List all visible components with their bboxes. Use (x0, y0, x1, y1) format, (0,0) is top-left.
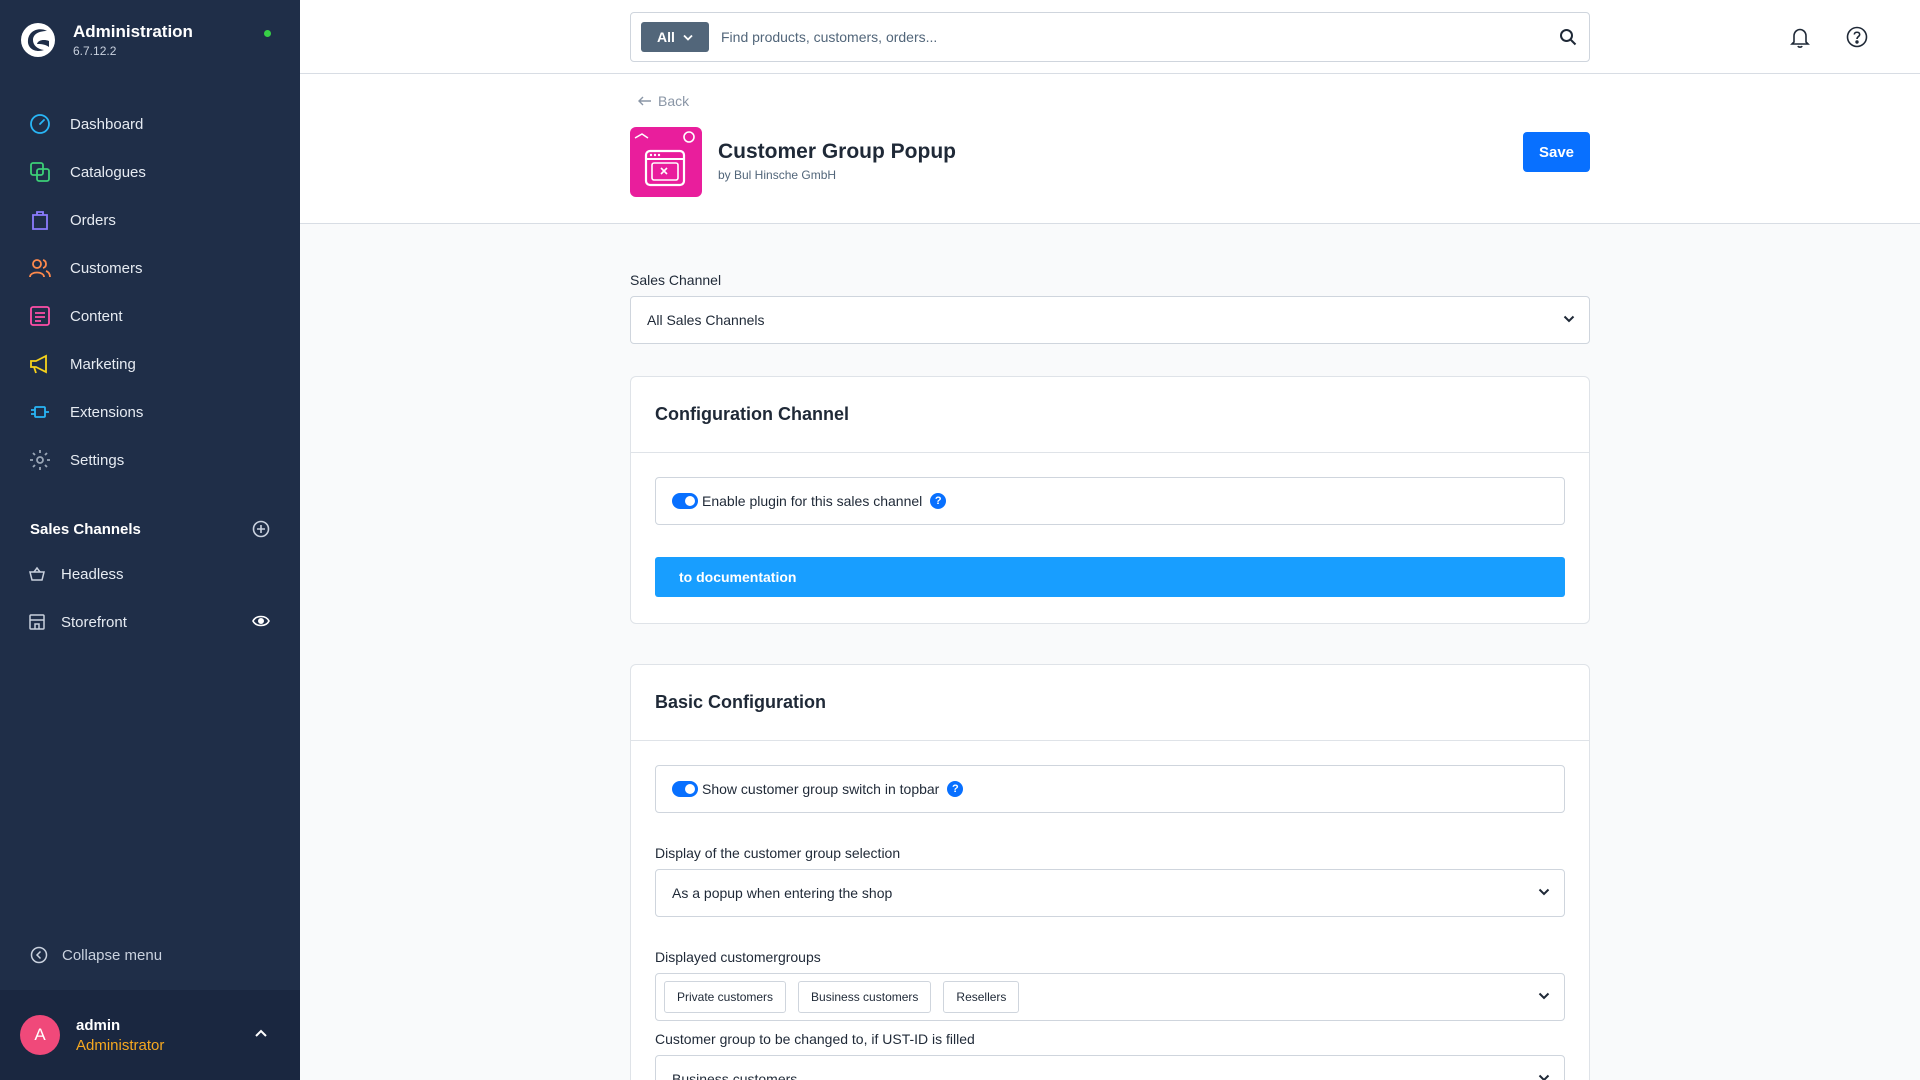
nav-item-settings[interactable]: Settings (0, 436, 300, 484)
sales-channel-headless[interactable]: Headless (0, 550, 300, 598)
global-search: All (630, 12, 1590, 62)
user-name: admin (76, 1017, 121, 1034)
content-icon (28, 304, 52, 328)
nav-item-marketing[interactable]: Marketing (0, 340, 300, 388)
status-dot (264, 30, 271, 37)
ustid-group-value: Business customers (672, 1071, 798, 1080)
app-title: Administration (73, 22, 193, 41)
chevron-down-icon (1538, 1074, 1550, 1080)
nav-item-customers[interactable]: Customers (0, 244, 300, 292)
search-type-select[interactable]: All (641, 22, 709, 52)
nav-item-dashboard[interactable]: Dashboard (0, 100, 300, 148)
catalogue-icon (28, 160, 52, 184)
nav-label: Marketing (70, 355, 136, 373)
sales-channel-storefront[interactable]: Storefront (0, 598, 300, 646)
card-title: Configuration Channel (631, 377, 1589, 453)
search-icon[interactable] (1559, 28, 1577, 46)
user-menu[interactable]: A admin Administrator (0, 990, 300, 1080)
displayed-groups-label: Displayed customergroups (655, 949, 821, 965)
eye-icon[interactable] (252, 614, 270, 628)
chevron-down-icon (683, 34, 693, 41)
nav-item-content[interactable]: Content (0, 292, 300, 340)
sidebar: Administration 6.7.12.2 Dashboard Catalo… (0, 0, 300, 1080)
topbar-switch-field: Show customer group switch in topbar ? (655, 765, 1565, 813)
ustid-group-select[interactable]: Business customers (655, 1055, 1565, 1080)
card-title: Basic Configuration (631, 665, 1589, 741)
basic-configuration-card: Basic Configuration Show customer group … (630, 664, 1590, 1080)
documentation-button[interactable]: to documentation (655, 557, 1565, 597)
ustid-group-label: Customer group to be changed to, if UST-… (655, 1031, 975, 1047)
sales-channels-title: Sales Channels (30, 520, 141, 538)
enable-plugin-toggle[interactable] (672, 493, 698, 509)
topbar: All (300, 0, 1920, 74)
nav-label: Dashboard (70, 115, 144, 133)
plugin-logo (630, 127, 702, 197)
chevron-down-icon (1538, 992, 1550, 1000)
sales-channels-list: Headless Storefront (0, 550, 300, 646)
page-title: Customer Group Popup (718, 140, 956, 163)
group-tag[interactable]: Private customers (664, 981, 787, 1013)
enable-plugin-field: Enable plugin for this sales channel ? (655, 477, 1565, 525)
page-header: Back Customer Group Popup by Bul Hinsche… (300, 74, 1920, 224)
sales-channel-select[interactable]: All Sales Channels (630, 296, 1590, 344)
display-selection-label: Display of the customer group selection (655, 845, 901, 861)
display-selection-value: As a popup when entering the shop (672, 885, 893, 901)
topbar-switch-toggle[interactable] (672, 781, 698, 797)
search-type-label: All (657, 29, 675, 45)
customers-icon (28, 256, 52, 280)
help-icon[interactable] (1846, 26, 1868, 48)
nav-label: Extensions (70, 403, 144, 421)
collapse-menu-button[interactable]: Collapse menu (30, 946, 162, 964)
nav-item-catalogues[interactable]: Catalogues (0, 148, 300, 196)
group-tag[interactable]: Business customers (798, 981, 932, 1013)
app-version: 6.7.12.2 (73, 44, 117, 58)
notification-bell-icon[interactable] (1790, 27, 1810, 49)
help-badge-icon[interactable]: ? (947, 781, 964, 797)
marketing-megaphone-icon (28, 352, 52, 376)
avatar: A (20, 1015, 60, 1055)
back-label: Back (658, 93, 690, 109)
back-link[interactable]: Back (638, 93, 689, 109)
group-tag[interactable]: Resellers (943, 981, 1020, 1013)
basket-icon (29, 566, 45, 581)
brand[interactable]: Administration 6.7.12.2 (20, 22, 193, 58)
settings-gear-icon (28, 448, 52, 472)
topbar-switch-label: Show customer group switch in topbar (702, 781, 940, 797)
nav-label: Customers (70, 259, 143, 277)
nav-label: Content (70, 307, 123, 325)
chevron-left-circle-icon (30, 946, 48, 964)
arrow-left-icon (638, 96, 651, 106)
chevron-down-icon (1538, 888, 1550, 896)
add-sales-channel-icon[interactable] (252, 520, 270, 538)
extensions-plug-icon (28, 400, 52, 424)
dashboard-icon (28, 112, 52, 136)
storefront-icon (29, 614, 45, 630)
shopware-logo-icon (21, 23, 55, 57)
sales-channel-value: All Sales Channels (647, 312, 765, 328)
configuration-channel-card: Configuration Channel Enable plugin for … (630, 376, 1590, 624)
sales-channel-label: Storefront (61, 613, 127, 631)
enable-plugin-label: Enable plugin for this sales channel (702, 493, 923, 509)
save-button[interactable]: Save (1523, 132, 1590, 172)
popup-window-icon (634, 131, 695, 187)
user-role: Administrator (76, 1037, 165, 1054)
orders-bag-icon (28, 208, 52, 232)
chevron-down-icon (1563, 315, 1575, 323)
chevron-up-icon[interactable] (254, 1028, 268, 1038)
nav-label: Catalogues (70, 163, 146, 181)
main-nav: Dashboard Catalogues Orders Customers Co… (0, 100, 300, 484)
sales-channels-header: Sales Channels (30, 520, 270, 538)
nav-item-orders[interactable]: Orders (0, 196, 300, 244)
nav-label: Settings (70, 451, 125, 469)
displayed-groups-multiselect[interactable]: Private customers Business customers Res… (655, 973, 1565, 1021)
display-selection-select[interactable]: As a popup when entering the shop (655, 869, 1565, 917)
nav-item-extensions[interactable]: Extensions (0, 388, 300, 436)
help-badge-icon[interactable]: ? (930, 493, 947, 509)
collapse-menu-label: Collapse menu (62, 946, 163, 964)
sales-channel-label: Headless (61, 565, 124, 583)
sales-channel-label: Sales Channel (630, 272, 722, 288)
plugin-vendor: by Bul Hinsche GmbH (718, 168, 837, 182)
nav-label: Orders (70, 211, 116, 229)
search-input[interactable] (721, 22, 1521, 52)
